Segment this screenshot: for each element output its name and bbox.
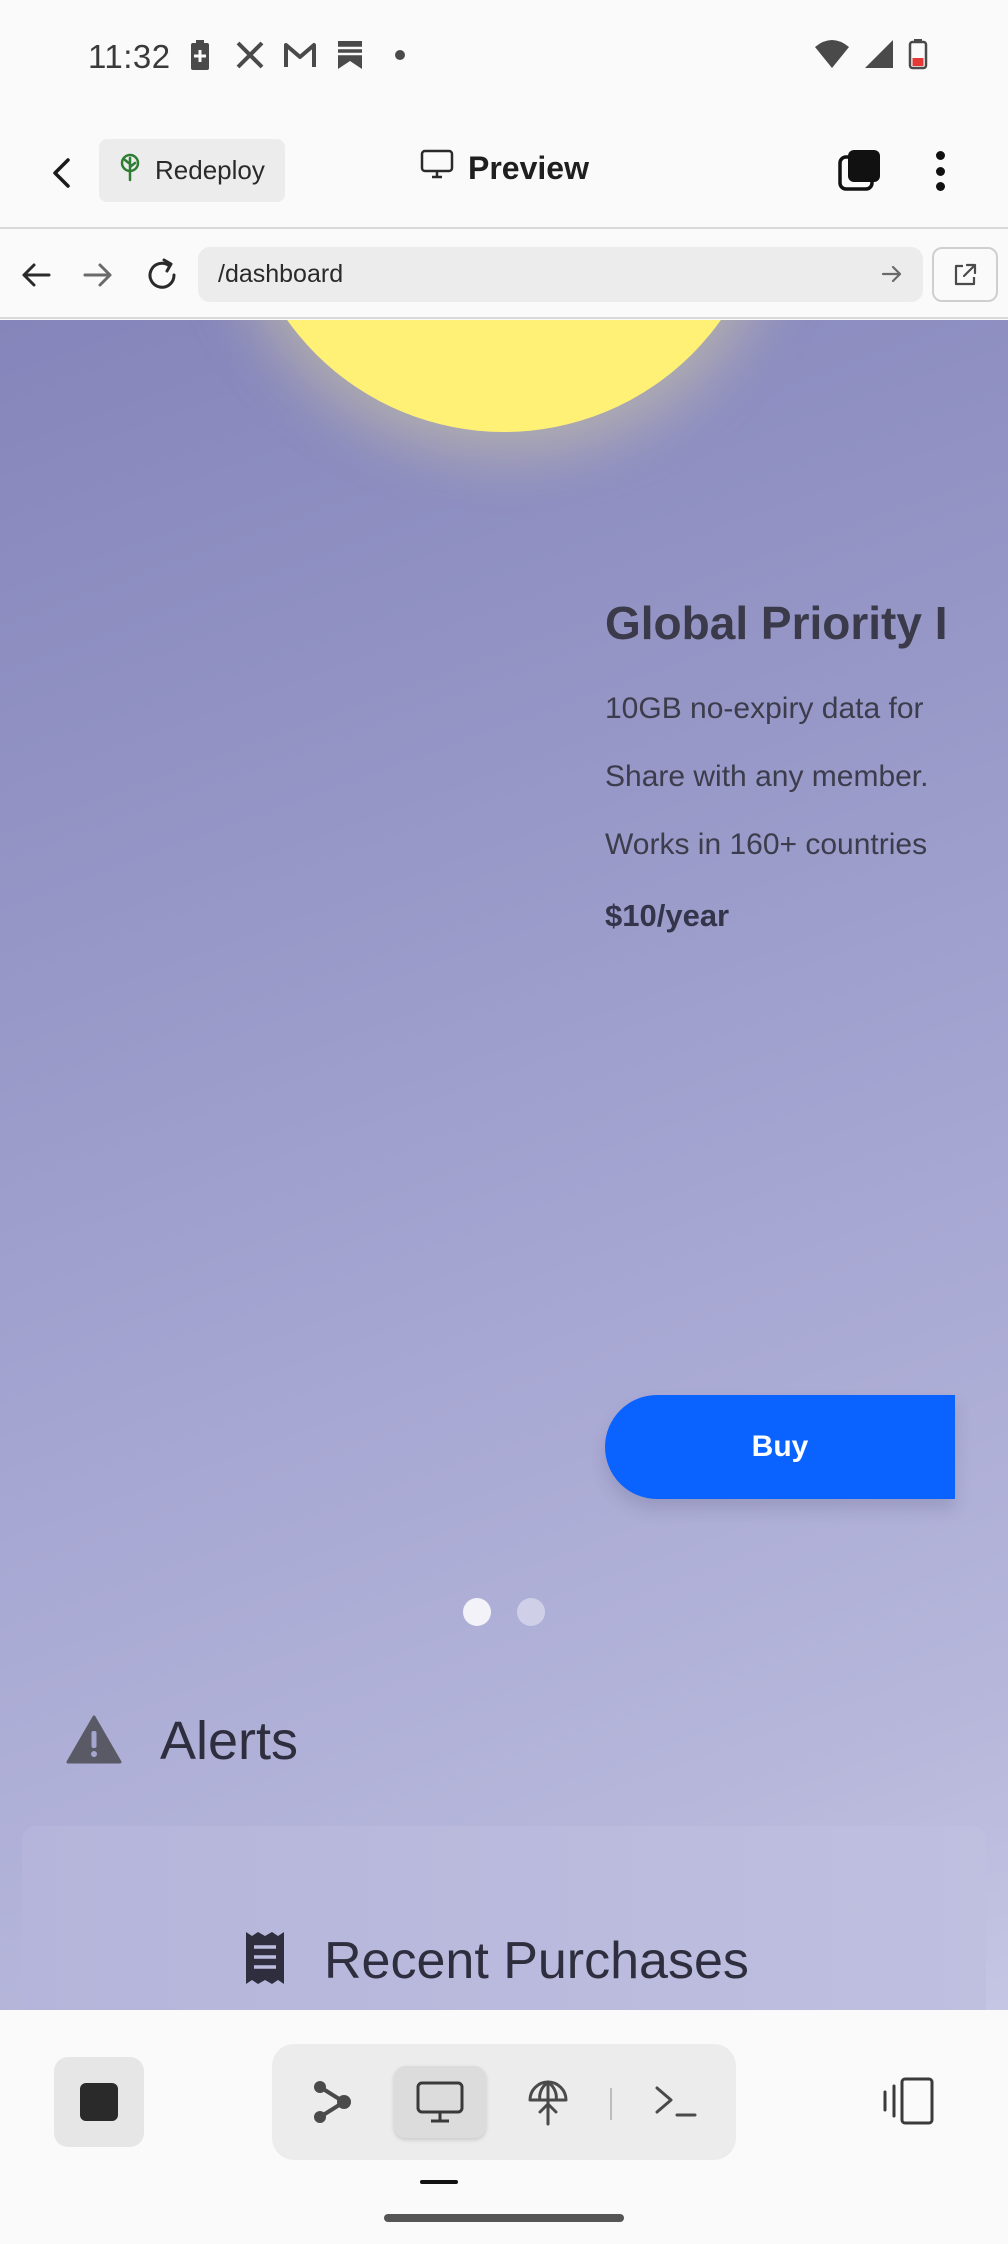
recent-purchases-heading: Recent Purchases xyxy=(244,1930,749,1991)
product-price: $10/year xyxy=(605,898,730,933)
external-link-icon xyxy=(954,263,977,285)
redeploy-button[interactable]: Redeploy xyxy=(99,139,285,202)
status-bar: 11:32 xyxy=(0,0,1008,115)
terminal-icon xyxy=(655,2086,697,2117)
toolbar-divider xyxy=(610,2088,612,2120)
deploy-tree-icon xyxy=(528,2080,568,2126)
go-arrow-icon[interactable] xyxy=(879,261,905,287)
product-feature-1: 10GB no-expiry data for xyxy=(605,692,924,725)
side-panel-icon xyxy=(883,2077,934,2125)
wifi-icon xyxy=(814,39,850,74)
alerts-heading: Alerts xyxy=(66,1710,298,1772)
active-tab-indicator xyxy=(420,2180,458,2184)
recent-purchases-label: Recent Purchases xyxy=(324,1931,749,1990)
alerts-label: Alerts xyxy=(160,1711,299,1771)
status-time: 11:32 xyxy=(88,38,171,75)
x-app-icon xyxy=(233,38,267,72)
preview-view-button[interactable] xyxy=(394,2066,486,2138)
signal-icon xyxy=(864,39,894,74)
stop-button[interactable] xyxy=(54,2057,144,2147)
tabs-icon xyxy=(838,150,880,191)
chevron-left-icon xyxy=(53,158,70,188)
browser-back-button[interactable] xyxy=(16,255,56,295)
arrow-right-icon xyxy=(83,263,112,287)
status-notification-icons xyxy=(183,38,417,72)
url-input[interactable]: /dashboard xyxy=(198,247,923,302)
preview-label: Preview xyxy=(468,149,589,186)
terminal-view-button[interactable] xyxy=(630,2066,722,2138)
back-button[interactable] xyxy=(40,150,86,196)
warning-icon xyxy=(66,1714,122,1769)
deploy-view-button[interactable] xyxy=(502,2066,594,2138)
monitor-icon xyxy=(416,2081,464,2123)
app-bar: Redeploy Preview xyxy=(0,115,1008,229)
web-preview-content: Global Priority I 10GB no-expiry data fo… xyxy=(0,320,1008,2010)
bottom-toolbar xyxy=(0,2010,1008,2244)
receipt-icon xyxy=(244,1930,286,1991)
deploy-tree-icon xyxy=(117,152,143,189)
more-vert-icon xyxy=(935,151,945,160)
reload-icon xyxy=(148,258,176,289)
buy-button[interactable]: Buy xyxy=(605,1395,955,1499)
sun-illustration xyxy=(238,320,770,432)
gesture-navigation-bar[interactable] xyxy=(384,2214,624,2222)
arrow-left-icon xyxy=(22,263,51,287)
monitor-icon xyxy=(420,149,454,187)
view-switcher xyxy=(272,2044,736,2160)
reload-button[interactable] xyxy=(142,255,182,295)
url-text: /dashboard xyxy=(218,260,344,288)
carousel-dot-1[interactable] xyxy=(463,1598,491,1626)
product-feature-3: Works in 160+ countries xyxy=(605,828,928,861)
graph-nodes-icon xyxy=(314,2081,351,2123)
battery-saver-icon xyxy=(183,38,217,72)
product-feature-2: Share with any member. xyxy=(605,760,929,793)
redeploy-label: Redeploy xyxy=(155,155,265,185)
gmail-icon xyxy=(283,38,317,72)
open-external-button[interactable] xyxy=(932,247,998,302)
browser-forward-button[interactable] xyxy=(78,255,118,295)
bookmark-app-icon xyxy=(333,38,367,72)
stop-icon xyxy=(80,2083,118,2121)
carousel-pagination xyxy=(463,1598,545,1626)
toggle-panel-button[interactable] xyxy=(880,2076,936,2128)
product-title: Global Priority I xyxy=(605,597,948,649)
preview-title: Preview xyxy=(420,149,589,187)
carousel-dot-2[interactable] xyxy=(517,1598,545,1626)
notification-dot-icon xyxy=(383,38,417,72)
battery-low-icon xyxy=(908,38,928,75)
more-options-button[interactable] xyxy=(920,145,960,197)
browser-bar: /dashboard xyxy=(0,231,1008,319)
status-system-icons xyxy=(814,38,928,75)
graph-view-button[interactable] xyxy=(286,2066,378,2138)
tabs-button[interactable] xyxy=(836,147,884,195)
